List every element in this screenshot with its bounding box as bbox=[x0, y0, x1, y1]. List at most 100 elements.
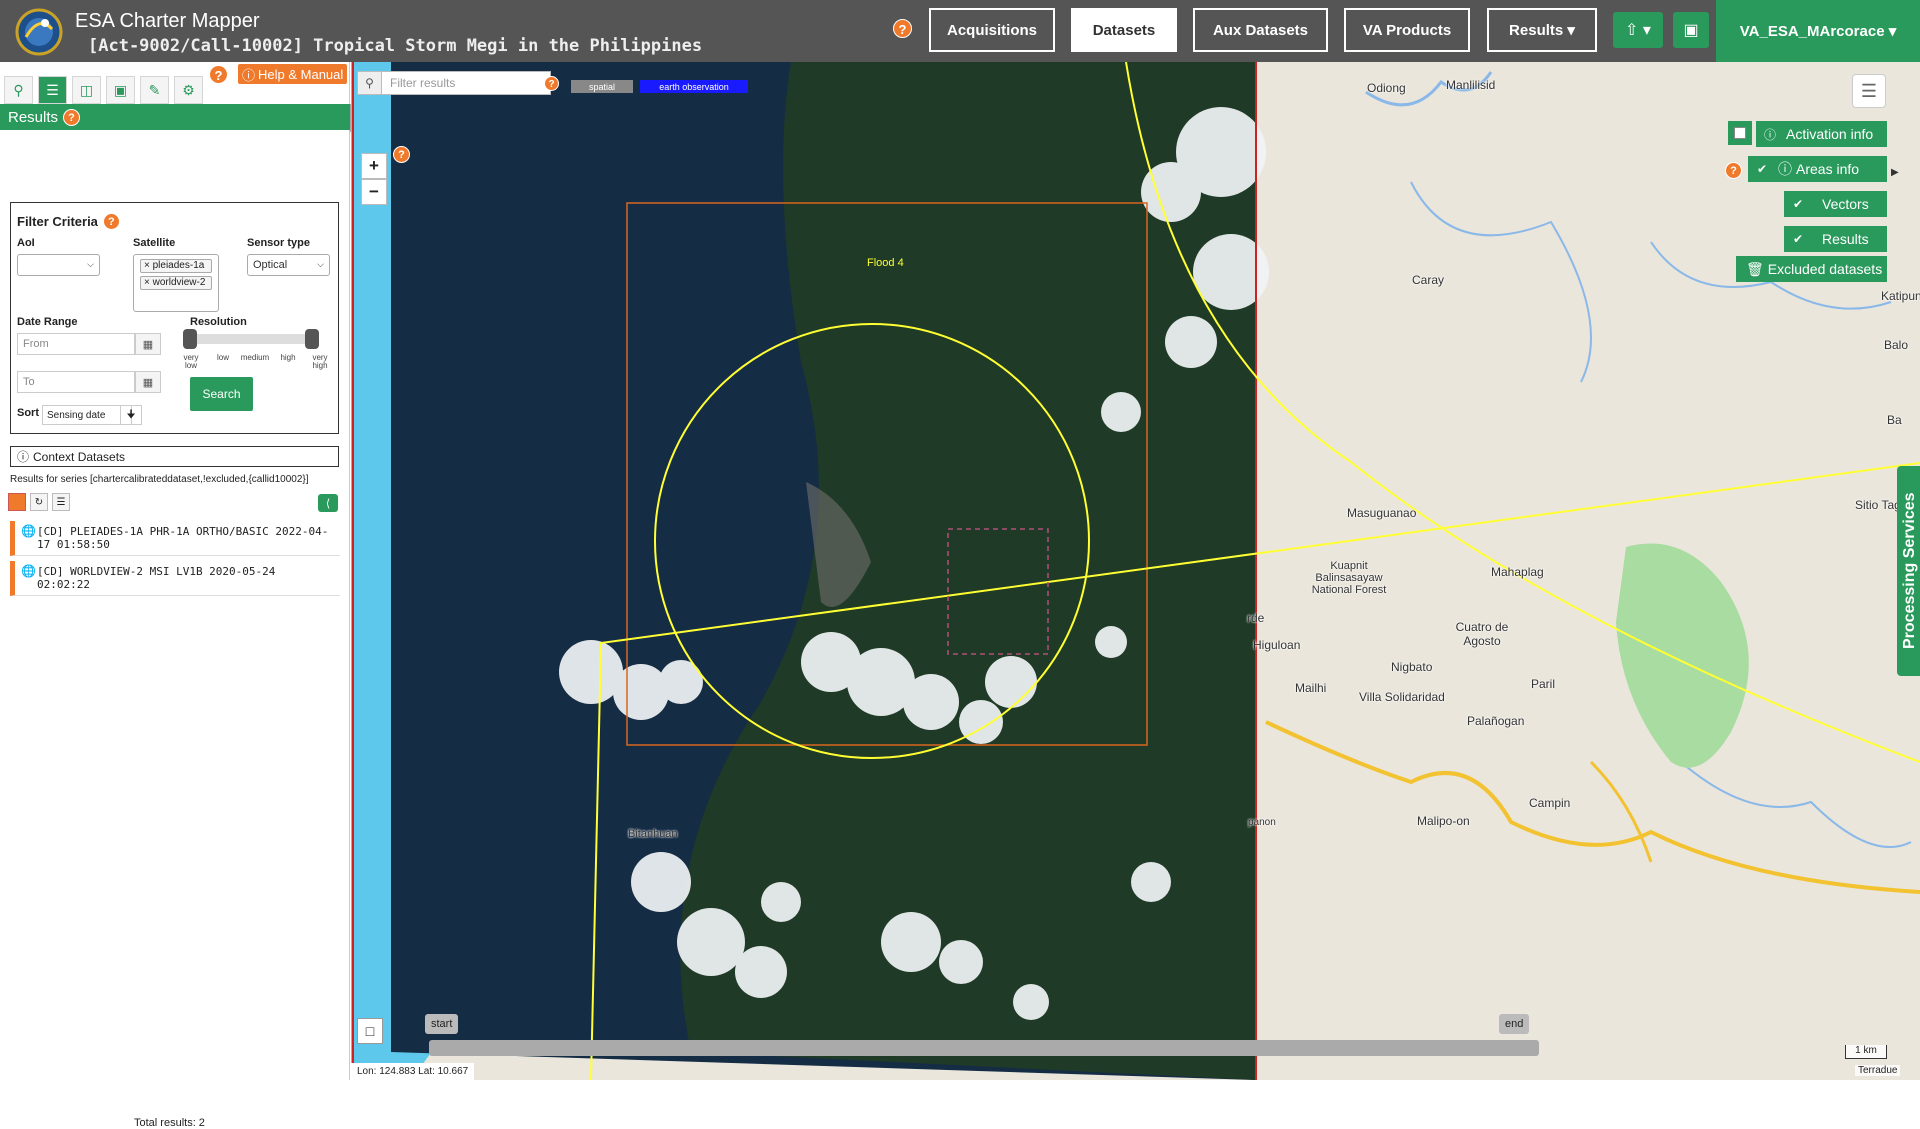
areas-info-button[interactable]: ✔ ⓘ Areas info bbox=[1748, 156, 1887, 182]
top-bar: ESA Charter Mapper [Act-9002/Call-10002]… bbox=[0, 0, 1920, 62]
resolution-slider[interactable] bbox=[183, 329, 319, 349]
tab-acquisitions[interactable]: Acquisitions bbox=[929, 8, 1055, 52]
date-from-input[interactable]: From bbox=[17, 333, 135, 355]
map-canvas[interactable]: Flood 4 bbox=[351, 62, 1920, 1080]
refresh-icon[interactable]: ↻ bbox=[30, 493, 48, 511]
menu-icon[interactable]: ☰ bbox=[52, 493, 70, 511]
fullscreen-icon[interactable]: □ bbox=[357, 1018, 383, 1044]
tag-spatial[interactable]: spatial bbox=[571, 80, 633, 93]
place-label: panon bbox=[1248, 817, 1276, 828]
calendar-icon[interactable]: ▦ bbox=[135, 333, 161, 355]
esa-charter-logo[interactable] bbox=[12, 7, 66, 57]
sort-label: Sort bbox=[17, 407, 39, 419]
list-icon[interactable]: ☰ bbox=[38, 76, 67, 104]
result-item[interactable]: 🌐 [CD] WORLDVIEW-2 MSI LV1B 2020-05-24 0… bbox=[10, 561, 340, 596]
help-icon[interactable]: ? bbox=[544, 76, 559, 91]
share-icon[interactable]: ⟨ bbox=[318, 494, 338, 512]
zoom-out-button[interactable]: − bbox=[361, 179, 387, 205]
cursor-coordinates: Lon: 124.883 Lat: 10.667 bbox=[351, 1063, 475, 1080]
results-overlay-button[interactable]: ✔ Results bbox=[1784, 226, 1887, 252]
resolution-label: Resolution bbox=[190, 316, 247, 328]
help-icon[interactable]: ? bbox=[63, 108, 81, 126]
result-item[interactable]: 🌐 [CD] PLEIADES-1A PHR-1A ORTHO/BASIC 20… bbox=[10, 521, 340, 556]
activation-info-checkbox[interactable] bbox=[1728, 121, 1752, 145]
globe-icon: 🌐 bbox=[21, 524, 36, 538]
vectors-button[interactable]: ✔ Vectors bbox=[1784, 191, 1887, 217]
select-all-checkbox[interactable] bbox=[8, 493, 26, 511]
place-label: Malipo-on bbox=[1417, 814, 1470, 828]
calendar-icon[interactable]: ▦ bbox=[135, 371, 161, 393]
tag-earth-observation[interactable]: earth observation bbox=[640, 80, 748, 93]
sort-select[interactable]: Sensing date bbox=[42, 405, 132, 425]
tab-va-products[interactable]: VA Products bbox=[1344, 8, 1470, 52]
gear-icon[interactable]: ⚙ bbox=[174, 76, 203, 104]
globe-icon: 🌐 bbox=[21, 564, 36, 578]
aoi-select[interactable]: ⌵ bbox=[17, 254, 100, 276]
results-overlay-label: Results bbox=[1822, 231, 1869, 247]
areas-info-label: Areas info bbox=[1796, 161, 1860, 177]
tab-results[interactable]: Results ▾ bbox=[1487, 8, 1597, 52]
layers-icon[interactable]: ☰ bbox=[1852, 74, 1886, 108]
slider-handle-max[interactable] bbox=[305, 329, 319, 349]
result-label: [CD] WORLDVIEW-2 MSI LV1B 2020-05-24 02:… bbox=[37, 565, 276, 591]
activation-info-label: Activation info bbox=[1786, 126, 1874, 142]
processing-services-tab[interactable]: Processing Services bbox=[1897, 466, 1920, 676]
pencil-icon[interactable]: ✎ bbox=[140, 76, 169, 104]
trash-icon: 🗑 bbox=[1746, 260, 1764, 277]
filter-results-input[interactable]: ⚲ Filter results bbox=[357, 71, 551, 95]
satellite-tag[interactable]: × worldview-2 bbox=[140, 276, 212, 290]
place-label: Cuatro de Agosto bbox=[1455, 620, 1509, 648]
help-icon[interactable]: ? bbox=[1725, 162, 1742, 179]
tab-datasets[interactable]: Datasets bbox=[1071, 8, 1177, 52]
help-icon[interactable]: ? bbox=[893, 19, 912, 38]
place-label: Ba bbox=[1887, 413, 1902, 427]
place-label: Kuapnit Balinsasayaw National Forest bbox=[1311, 560, 1387, 596]
zoom-in-button[interactable]: + bbox=[361, 153, 387, 179]
check-icon[interactable]: ✔ bbox=[1752, 159, 1772, 179]
help-icon[interactable]: ? bbox=[393, 146, 410, 163]
results-title: Results bbox=[8, 108, 59, 126]
archive-icon[interactable]: ▣ bbox=[106, 76, 135, 104]
place-label: rde bbox=[1247, 611, 1265, 625]
excluded-datasets-button[interactable]: 🗑 Excluded datasets bbox=[1736, 256, 1887, 282]
place-label: Manlilisid bbox=[1446, 78, 1496, 92]
search-button[interactable]: Search bbox=[190, 377, 253, 411]
search-icon[interactable]: ⚲ bbox=[4, 76, 33, 104]
place-label: Caray bbox=[1412, 273, 1445, 287]
upload-button[interactable]: ⇧ ▾ bbox=[1613, 12, 1663, 48]
basket-icon[interactable]: ◫ bbox=[72, 76, 101, 104]
user-menu[interactable]: VA_ESA_MArcorace ▾ bbox=[1716, 0, 1920, 62]
date-to-input[interactable]: To bbox=[17, 371, 135, 393]
place-label: Higuloan bbox=[1253, 638, 1301, 652]
help-manual-button[interactable]: ⓘ Help & Manual bbox=[238, 64, 348, 84]
flood-aoi-label: Flood 4 bbox=[867, 257, 904, 269]
search-icon: ⚲ bbox=[358, 72, 382, 94]
help-icon[interactable]: ? bbox=[102, 213, 120, 230]
sensor-type-label: Sensor type bbox=[247, 237, 310, 249]
sensor-type-select[interactable]: Optical ⌵ bbox=[247, 254, 330, 276]
activation-title: [Act-9002/Call-10002] Tropical Storm Meg… bbox=[88, 36, 703, 56]
check-icon[interactable]: ✔ bbox=[1788, 194, 1808, 214]
briefcase-icon[interactable]: ▣ bbox=[1673, 12, 1709, 48]
map-view[interactable]: Flood 4 Odiong Manlilisid Caray Katipuna… bbox=[351, 62, 1920, 1080]
timeline-start-label[interactable]: start bbox=[425, 1014, 459, 1034]
satellite-tag[interactable]: × pleiades-1a bbox=[140, 259, 212, 273]
chevron-down-icon: ⌵ bbox=[87, 259, 94, 269]
place-label: Mailhi bbox=[1295, 681, 1327, 695]
activation-info-button[interactable]: ⓘ Activation info bbox=[1756, 121, 1887, 147]
place-label: Palañogan bbox=[1467, 714, 1525, 728]
context-datasets-toggle[interactable]: ⓘ Context Datasets bbox=[10, 446, 339, 467]
check-icon[interactable]: ✔ bbox=[1788, 229, 1808, 249]
timeline-slider[interactable] bbox=[429, 1040, 1539, 1056]
slider-handle-min[interactable] bbox=[183, 329, 197, 349]
resolution-tick: very high bbox=[312, 353, 328, 370]
resolution-tick: low bbox=[216, 353, 229, 362]
timeline-end-label[interactable]: end bbox=[1499, 1014, 1530, 1034]
help-icon[interactable]: ? bbox=[209, 65, 228, 84]
collapse-right-icon[interactable]: ▶ bbox=[1891, 167, 1899, 178]
place-label: Villa Solidaridad bbox=[1359, 690, 1445, 704]
satellite-select[interactable]: × pleiades-1a × worldview-2 bbox=[133, 254, 219, 312]
tab-aux-datasets[interactable]: Aux Datasets bbox=[1193, 8, 1328, 52]
vectors-label: Vectors bbox=[1822, 196, 1869, 212]
sort-direction-icon[interactable]: 🠋 bbox=[120, 405, 142, 425]
